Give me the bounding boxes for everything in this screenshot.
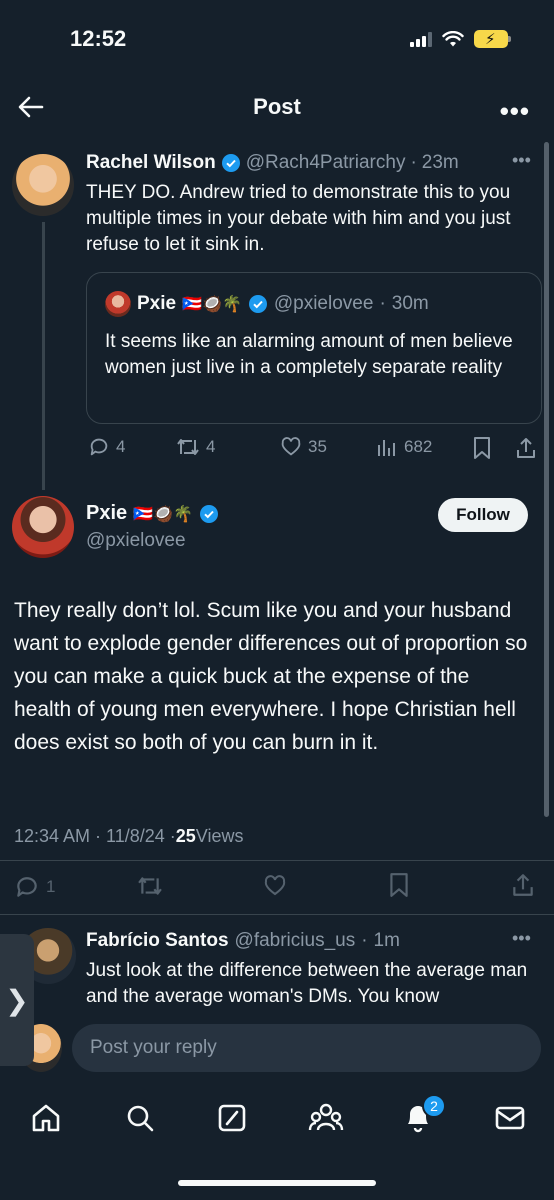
heart-icon[interactable] [262,874,288,898]
views-count: 25 [175,826,196,846]
reply-count: 1 [46,877,56,896]
tweet-header: Pxie 🇵🇷🥥🌴 [86,502,219,525]
follow-button[interactable]: Follow [438,498,528,532]
views-count: 682 [404,437,433,456]
tweet-time: 30m [391,293,429,314]
tweet-text: Just look at the difference between the … [86,958,536,1010]
like-button[interactable]: 35 [280,436,327,458]
reply-input[interactable]: Post your reply [72,1024,541,1072]
verified-badge-icon [199,504,218,523]
messages-icon[interactable] [494,1102,526,1134]
display-name[interactable]: Fabrício Santos [86,930,229,952]
side-panel-tab[interactable]: ❯ [0,934,34,1066]
grok-icon[interactable] [216,1102,248,1134]
divider [0,860,554,861]
reply-placeholder: Post your reply [90,1037,217,1058]
home-indicator [178,1180,376,1186]
avatar [105,291,131,317]
bottom-nav: 2 [0,1090,554,1150]
bookmark-icon[interactable] [472,436,492,460]
heart-icon [281,437,301,456]
share-icon[interactable] [510,872,536,898]
tweet-header: Rachel Wilson @Rach4Patriarchy · 23m [86,152,459,174]
reply-button[interactable]: 4 [88,436,125,458]
page-title: Post [253,94,301,119]
views-chart-icon [378,440,395,456]
name-emojis: 🇵🇷🥥🌴 [182,296,242,313]
retweet-icon[interactable] [136,874,164,898]
battery-charging-icon: ⚡ [474,30,511,48]
more-options-icon[interactable]: ••• [500,96,530,127]
tweet-header: Fabrício Santos @fabricius_us · 1m [86,930,400,952]
like-count: 35 [308,437,327,456]
user-handle: @pxielovee [273,293,374,314]
retweet-count: 4 [206,437,216,456]
reply-text: Just look at the difference between the … [86,960,528,1007]
display-name: Pxie [137,293,177,314]
bookmark-icon[interactable] [388,872,410,898]
reply-icon [17,877,37,897]
notifications-button[interactable]: 2 [402,1094,446,1139]
retweet-button[interactable]: 4 [176,436,215,458]
user-handle[interactable]: @Rach4Patriarchy [246,152,406,174]
tweet-text: THEY DO. Andrew tried to demonstrate thi… [86,182,511,255]
home-icon[interactable] [30,1102,62,1134]
verified-badge-icon [248,295,267,313]
timestamp: 12:34 AM · 11/8/24 · [14,826,176,846]
status-time: 12:52 [70,26,127,51]
divider [0,914,554,915]
wifi-icon [442,30,464,46]
retweet-icon [177,439,199,455]
separator-dot: · [361,930,368,951]
separator-dot: · [379,293,386,314]
name-emojis: 🇵🇷🥥🌴 [133,505,193,523]
quoted-tweet[interactable]: Pxie 🇵🇷🥥🌴 @pxielovee · 30m It seems like… [86,272,542,424]
cellular-signal-icon [410,31,432,47]
status-icons: ⚡ [410,30,511,48]
avatar[interactable] [12,154,74,216]
tweet-text: They really don’t lol. Scum like you and… [14,599,528,754]
share-icon[interactable] [514,436,538,460]
tweet-more-icon[interactable]: ••• [512,928,531,949]
separator-dot: · [410,152,417,173]
user-handle[interactable]: @fabricius_us [235,930,356,952]
reply-icon [90,438,108,456]
scrollbar[interactable] [544,142,549,817]
tweet-time: 23m [421,152,459,173]
display-name[interactable]: Pxie [86,502,127,525]
user-handle[interactable]: @pxielovee [86,530,186,552]
reply-button[interactable]: 1 [14,874,55,900]
communities-icon[interactable] [308,1100,344,1134]
views-label: Views [195,826,244,846]
views-button[interactable]: 682 [376,436,432,458]
tweet-meta: 12:34 AM · 11/8/24 · 25 Views [14,826,244,847]
verified-badge-icon [221,154,240,172]
tweet-time: 1m [373,930,400,951]
display-name[interactable]: Rachel Wilson [86,152,216,174]
tweet-more-icon[interactable]: ••• [512,150,531,171]
reply-count: 4 [116,437,126,456]
quoted-tweet-text: It seems like an alarming amount of men … [105,331,513,378]
thread-line [42,222,45,490]
notifications-badge: 2 [422,1094,446,1118]
search-icon[interactable] [124,1102,156,1134]
avatar[interactable] [12,496,74,558]
